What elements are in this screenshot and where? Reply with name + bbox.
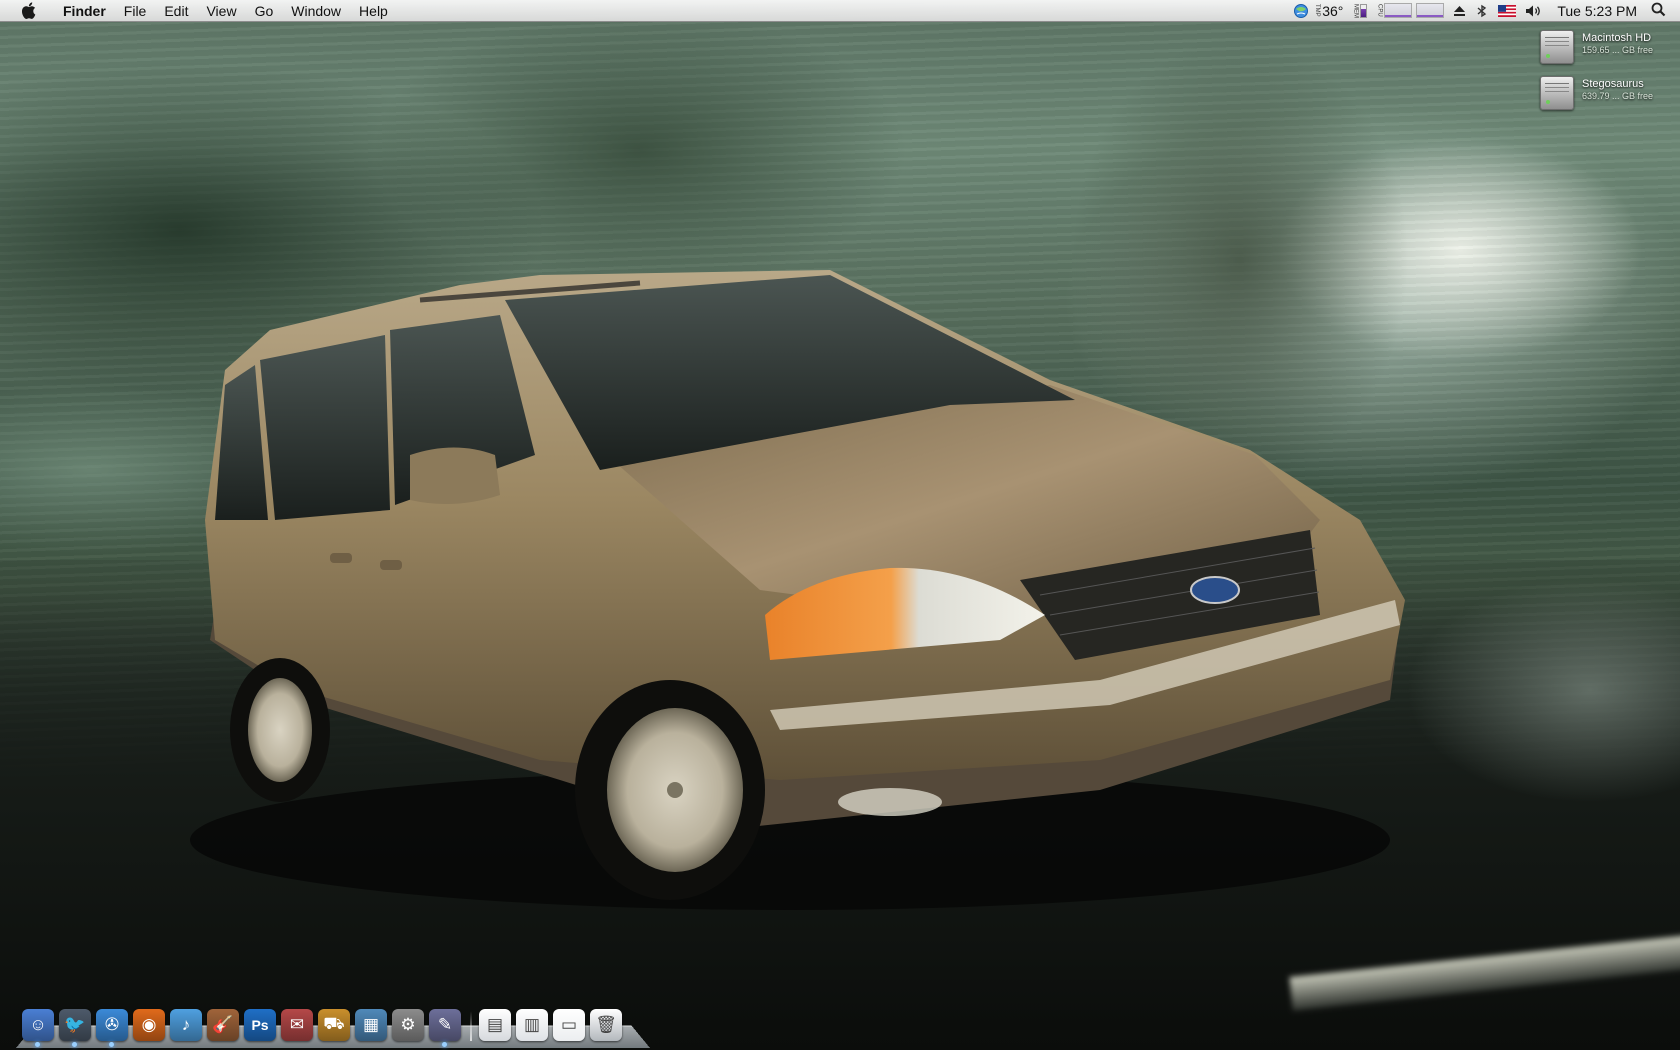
volume-name: Stegosaurus: [1582, 78, 1644, 90]
running-indicator: [442, 1042, 447, 1047]
desktop-wallpaper: [0, 0, 1680, 1050]
truck-app-icon[interactable]: ⛟: [318, 1009, 350, 1041]
preview-glyph: ✉: [289, 1015, 305, 1034]
volume-free-space: 159.65 ... GB free: [1582, 45, 1654, 55]
memory-bar: [1360, 3, 1368, 18]
menu-go[interactable]: Go: [246, 0, 283, 22]
temperature-label: TMP: [1314, 4, 1321, 17]
preview-icon[interactable]: ✉: [281, 1009, 313, 1041]
cpu-meter[interactable]: CPU: [1376, 0, 1445, 22]
eject-icon[interactable]: [1453, 0, 1466, 22]
input-menu-flag-icon[interactable]: [1498, 0, 1517, 22]
applications-stack-icon[interactable]: ▤: [479, 1009, 511, 1041]
finder-icon[interactable]: ☺: [22, 1009, 54, 1047]
itunes-glyph: ♪: [181, 1015, 191, 1034]
volume-name: Macintosh HD: [1582, 32, 1652, 44]
temperature-value: 36°: [1322, 2, 1344, 19]
menu-bar: Finder File Edit View Go Window Help TMP…: [0, 0, 1680, 22]
finder-glyph: ☺: [29, 1015, 47, 1034]
system-preferences-glyph: ⚙: [400, 1015, 416, 1034]
hard-disk-icon: [1540, 76, 1574, 110]
dock: ☺ 🐦 ✇ ◉ ♪ 🎸 Ps ✉ ⛟ ▦ ⚙ ✎ ▤ ▥ ▭ 🗑: [22, 999, 627, 1047]
memory-label: MEM: [1352, 3, 1359, 18]
cpu-label: CPU: [1376, 4, 1383, 17]
garageband-glyph: 🎸: [212, 1015, 234, 1034]
menu-clock[interactable]: Tue 5:23 PM: [1557, 3, 1637, 19]
network-graph: [1416, 3, 1445, 18]
cpu-graph: [1384, 3, 1413, 18]
bird-icon[interactable]: 🐦: [59, 1009, 91, 1047]
menu-help[interactable]: Help: [350, 0, 397, 22]
photoshop-icon[interactable]: Ps: [244, 1009, 276, 1041]
safari-icon[interactable]: ✇: [96, 1009, 128, 1047]
itunes-icon[interactable]: ♪: [170, 1009, 202, 1041]
menu-file[interactable]: File: [115, 0, 156, 22]
keynote-glyph: ▦: [362, 1015, 380, 1034]
documents-stack-glyph: ▥: [523, 1015, 541, 1034]
weather-icon[interactable]: [1292, 0, 1310, 22]
running-indicator: [109, 1042, 114, 1047]
trash-glyph: 🗑: [595, 1015, 617, 1034]
menu-view[interactable]: View: [197, 0, 245, 22]
desktop-volume-stegosaurus[interactable]: Stegosaurus 639.79 ... GB free: [1540, 76, 1670, 116]
dock-separator[interactable]: [470, 1011, 472, 1041]
apple-menu-icon[interactable]: [17, 2, 39, 20]
running-indicator: [72, 1042, 77, 1047]
keynote-icon[interactable]: ▦: [355, 1009, 387, 1041]
photoshop-glyph: Ps: [251, 1017, 269, 1033]
running-indicator: [35, 1042, 40, 1047]
volume-free-space: 639.79 ... GB free: [1582, 91, 1654, 101]
desktop-volume-macintosh-hd[interactable]: Macintosh HD 159.65 ... GB free: [1540, 30, 1670, 70]
bluetooth-icon[interactable]: [1475, 0, 1489, 22]
truck-app-glyph: ⛟: [323, 1014, 345, 1033]
menu-window[interactable]: Window: [282, 0, 350, 22]
firefox-glyph: ◉: [141, 1015, 157, 1034]
firefox-icon[interactable]: ◉: [133, 1009, 165, 1041]
wallpaper-minivan-image: [190, 270, 1405, 910]
status-menus: TMP 36° MEM CPU Tue 5:23 PM: [1283, 0, 1680, 22]
spotlight-search-icon[interactable]: [1651, 2, 1666, 20]
temperature-readout[interactable]: TMP 36°: [1314, 0, 1343, 22]
trash-icon[interactable]: 🗑: [590, 1009, 622, 1041]
volume-icon[interactable]: [1525, 0, 1543, 22]
bird-glyph: 🐦: [64, 1015, 86, 1034]
menu-edit[interactable]: Edit: [155, 0, 197, 22]
safari-glyph: ✇: [104, 1015, 120, 1034]
script-editor-icon[interactable]: ✎: [429, 1009, 461, 1047]
memory-meter[interactable]: MEM: [1352, 0, 1368, 22]
garageband-icon[interactable]: 🎸: [207, 1009, 239, 1041]
system-preferences-icon[interactable]: ⚙: [392, 1009, 424, 1041]
downloads-stack-glyph: ▭: [560, 1015, 578, 1034]
documents-stack-icon[interactable]: ▥: [516, 1009, 548, 1041]
hard-disk-icon: [1540, 30, 1574, 64]
applications-stack-glyph: ▤: [486, 1015, 504, 1034]
menu-app-name[interactable]: Finder: [55, 0, 115, 22]
downloads-stack-icon[interactable]: ▭: [553, 1009, 585, 1041]
script-editor-glyph: ✎: [437, 1015, 453, 1034]
